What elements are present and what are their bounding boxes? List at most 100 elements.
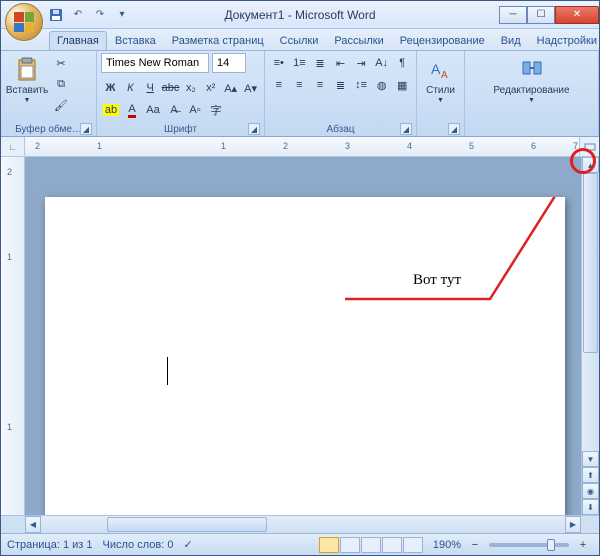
styles-launcher-icon[interactable]: ◢ <box>448 123 460 135</box>
tab-mailings[interactable]: Рассылки <box>326 31 391 50</box>
group-clipboard: Вставить ▼ ✂ ⧉ 🖌 Буфер обме…◢ <box>1 51 97 136</box>
align-right-icon[interactable]: ≡ <box>310 75 330 95</box>
status-bar: Страница: 1 из 1 Число слов: 0 ✓ 190% − … <box>1 533 599 555</box>
document-viewport[interactable]: Вот тут <box>25 157 581 515</box>
grow-font-icon[interactable]: A▴ <box>221 78 240 98</box>
clear-formatting-icon[interactable]: A̶ <box>164 100 184 120</box>
align-left-icon[interactable]: ≡ <box>269 75 289 95</box>
bullets-icon[interactable]: ≡• <box>269 53 289 73</box>
undo-icon[interactable]: ↶ <box>69 6 87 24</box>
decrease-indent-icon[interactable]: ⇤ <box>331 53 351 73</box>
ruler-horizontal-area: ∟ 2 1 1 2 3 4 5 6 7 <box>1 137 599 157</box>
title-bar: ↶ ↷ ▾ Документ1 - Microsoft Word ─ ☐ ✕ <box>1 1 599 29</box>
bold-button[interactable]: Ж <box>101 78 120 98</box>
paragraph-launcher-icon[interactable]: ◢ <box>400 123 412 135</box>
paste-button[interactable]: Вставить ▼ <box>5 53 49 123</box>
draft-view-icon[interactable] <box>403 537 423 553</box>
font-color-icon[interactable]: A <box>122 100 142 120</box>
horizontal-scroll-thumb[interactable] <box>107 517 267 532</box>
copy-icon[interactable]: ⧉ <box>51 74 71 94</box>
save-icon[interactable] <box>47 6 65 24</box>
close-button[interactable]: ✕ <box>555 6 599 24</box>
vertical-scroll-thumb[interactable] <box>583 173 598 353</box>
zoom-slider-knob[interactable] <box>547 539 555 551</box>
tab-references[interactable]: Ссылки <box>272 31 327 50</box>
qat-customize-icon[interactable]: ▾ <box>113 6 131 24</box>
tab-home[interactable]: Главная <box>49 31 107 50</box>
horizontal-scrollbar[interactable]: ◀ ▶ <box>25 515 581 533</box>
tab-addins[interactable]: Надстройки <box>529 31 600 50</box>
annotation-text: Вот тут <box>413 272 461 289</box>
print-layout-view-icon[interactable] <box>319 537 339 553</box>
change-case-button[interactable]: Aa <box>143 100 163 120</box>
strikethrough-button[interactable]: abc <box>161 78 181 98</box>
format-painter-icon[interactable]: 🖌 <box>51 95 71 115</box>
superscript-button[interactable]: x² <box>201 78 220 98</box>
group-clipboard-label: Буфер обме… <box>15 124 82 135</box>
styles-button[interactable]: AA Стили ▼ <box>421 53 460 134</box>
font-size-combo[interactable] <box>212 53 246 73</box>
tab-view[interactable]: Вид <box>493 31 529 50</box>
phonetic-guide-icon[interactable]: 字 <box>206 100 226 120</box>
char-border-icon[interactable]: A▫ <box>185 100 205 120</box>
vertical-scrollbar[interactable]: ▲ ▼ ⬆ ◉ ⬇ <box>581 157 599 515</box>
status-word-count[interactable]: Число слов: 0 <box>103 539 174 551</box>
zoom-slider[interactable] <box>489 543 569 547</box>
scroll-left-icon[interactable]: ◀ <box>25 516 41 533</box>
outline-view-icon[interactable] <box>382 537 402 553</box>
zoom-out-icon[interactable]: − <box>465 535 485 555</box>
multilevel-list-icon[interactable]: ≣ <box>310 53 330 73</box>
show-hide-icon[interactable]: ¶ <box>392 53 412 73</box>
subscript-button[interactable]: x₂ <box>181 78 200 98</box>
sort-icon[interactable]: A↓ <box>372 53 392 73</box>
highlight-color-icon[interactable]: ab <box>101 100 121 120</box>
editing-label: Редактирование <box>493 85 569 96</box>
line-spacing-icon[interactable]: ↕≡ <box>351 75 371 95</box>
justify-icon[interactable]: ≣ <box>331 75 351 95</box>
zoom-level[interactable]: 190% <box>433 539 461 551</box>
scroll-right-icon[interactable]: ▶ <box>565 516 581 533</box>
shading-icon[interactable]: ◍ <box>372 75 392 95</box>
full-screen-view-icon[interactable] <box>340 537 360 553</box>
browse-object-icon[interactable]: ◉ <box>582 483 599 499</box>
scroll-down-icon[interactable]: ▼ <box>582 451 599 467</box>
language-status-icon[interactable]: ✓ <box>183 538 192 551</box>
italic-button[interactable]: К <box>121 78 140 98</box>
editing-button[interactable]: Редактирование ▼ <box>487 53 577 134</box>
align-center-icon[interactable]: ≡ <box>290 75 310 95</box>
tab-selector[interactable]: ∟ <box>1 137 25 156</box>
office-button[interactable] <box>5 3 43 41</box>
font-name-combo[interactable] <box>101 53 209 73</box>
group-font: Ж К Ч abc x₂ x² A▴ A▾ ab A Aa A̶ A▫ 字 <box>97 51 265 136</box>
maximize-button[interactable]: ☐ <box>527 6 555 24</box>
svg-text:A: A <box>431 61 441 77</box>
clipboard-launcher-icon[interactable]: ◢ <box>80 123 92 135</box>
ruler-vertical[interactable]: 2 1 1 <box>1 157 25 515</box>
redo-icon[interactable]: ↷ <box>91 6 109 24</box>
group-styles: AA Стили ▼ ◢ <box>417 51 465 136</box>
underline-button[interactable]: Ч <box>141 78 160 98</box>
shrink-font-icon[interactable]: A▾ <box>241 78 260 98</box>
minimize-button[interactable]: ─ <box>499 6 527 24</box>
web-layout-view-icon[interactable] <box>361 537 381 553</box>
tab-review[interactable]: Рецензирование <box>392 31 493 50</box>
font-launcher-icon[interactable]: ◢ <box>248 123 260 135</box>
scroll-up-icon[interactable]: ▲ <box>582 157 599 173</box>
annotation-arrow <box>45 197 565 515</box>
next-page-icon[interactable]: ⬇ <box>582 499 599 515</box>
document-area: 2 1 1 Вот тут ▲ ▼ ⬆ ◉ ⬇ <box>1 157 599 515</box>
ruler-toggle-button[interactable] <box>579 137 599 156</box>
text-cursor <box>167 357 168 385</box>
document-page[interactable]: Вот тут <box>45 197 565 515</box>
tab-insert[interactable]: Вставка <box>107 31 164 50</box>
tab-page-layout[interactable]: Разметка страниц <box>164 31 272 50</box>
borders-icon[interactable]: ▦ <box>392 75 412 95</box>
ribbon: Вставить ▼ ✂ ⧉ 🖌 Буфер обме…◢ Ж <box>1 51 599 137</box>
numbering-icon[interactable]: 1≡ <box>290 53 310 73</box>
status-page[interactable]: Страница: 1 из 1 <box>7 539 93 551</box>
zoom-in-icon[interactable]: + <box>573 535 593 555</box>
prev-page-icon[interactable]: ⬆ <box>582 467 599 483</box>
cut-icon[interactable]: ✂ <box>51 53 71 73</box>
ruler-horizontal[interactable]: 2 1 1 2 3 4 5 6 7 <box>25 137 579 156</box>
increase-indent-icon[interactable]: ⇥ <box>351 53 371 73</box>
